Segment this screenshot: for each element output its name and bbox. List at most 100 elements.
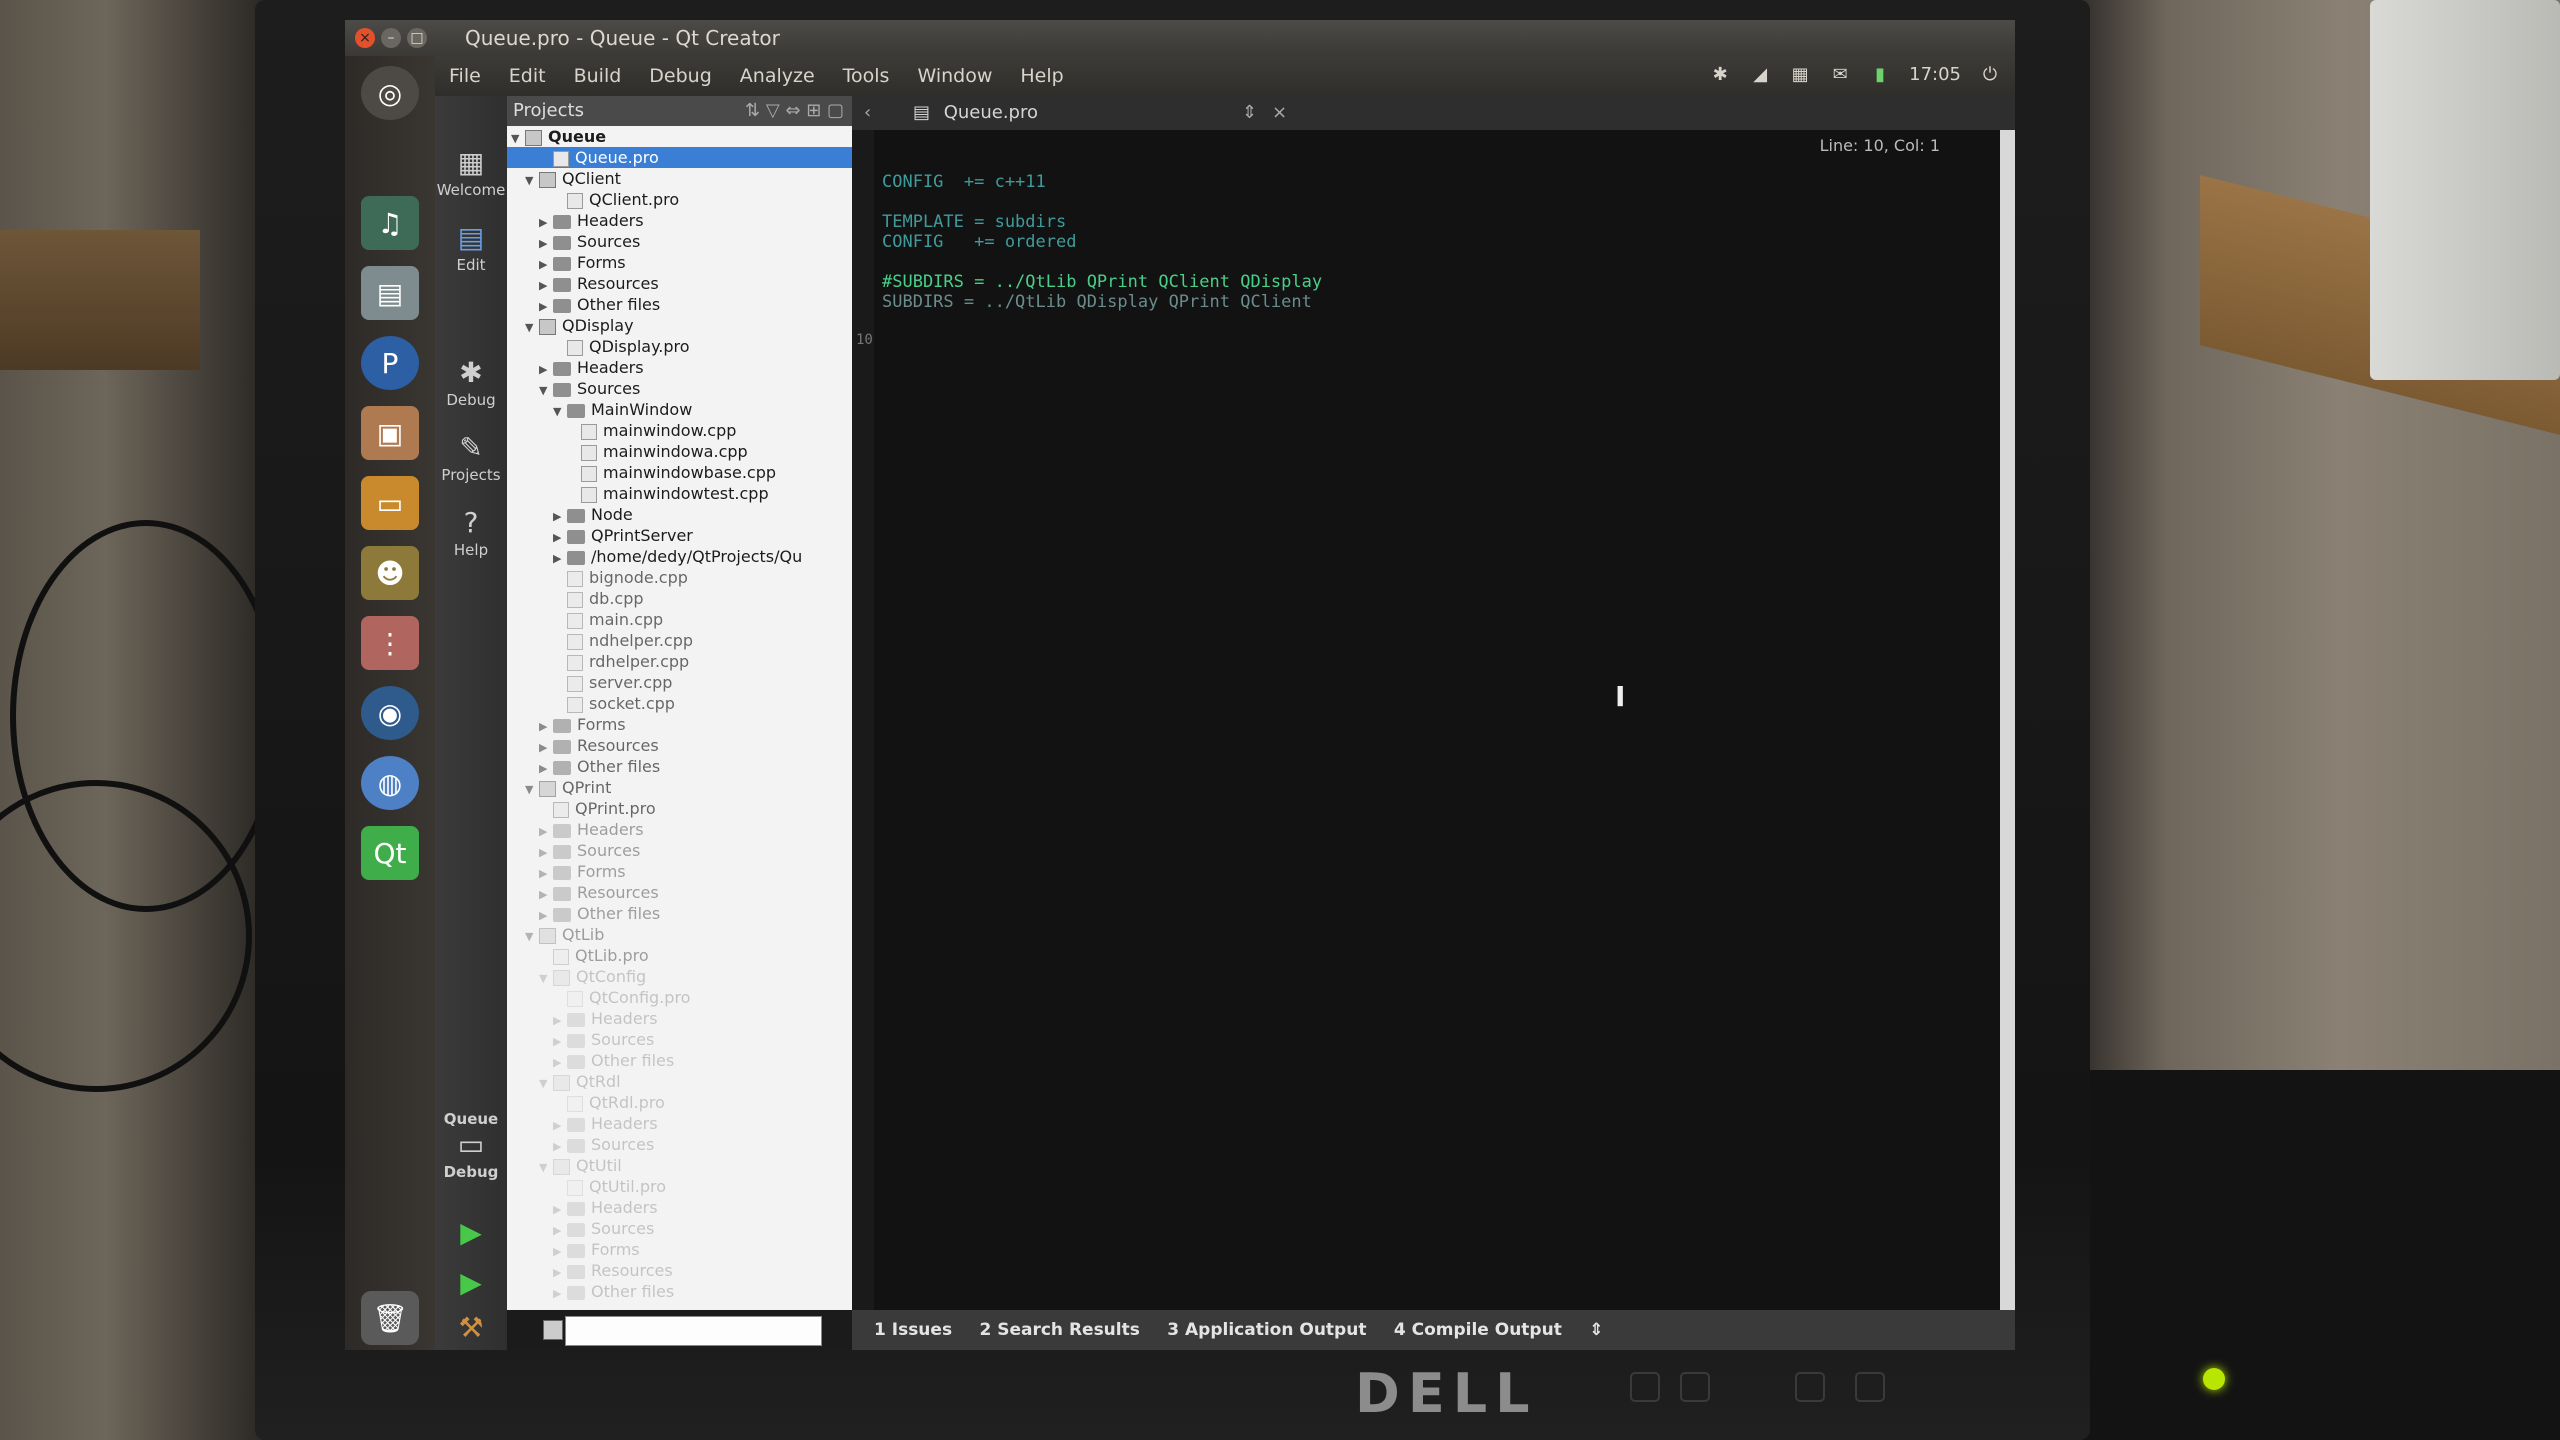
output-tab-search-results[interactable]: 2 Search Results (979, 1310, 1139, 1350)
tree-node[interactable]: ▶ Forms (539, 861, 626, 882)
debug-run-button[interactable]: ▶ (435, 1266, 507, 1301)
build-button[interactable]: ⚒ (435, 1311, 507, 1346)
mode-debug[interactable]: ✱ Debug (435, 356, 507, 409)
tree-node[interactable]: ▶ Other files (553, 1281, 674, 1302)
tree-node[interactable]: ▶ QPrintServer (553, 525, 693, 546)
tree-node[interactable]: ▶ Headers (539, 210, 644, 231)
tree-node[interactable]: ▼ QClient (525, 168, 621, 189)
sidebar-toggle-button[interactable] (543, 1320, 563, 1340)
music-icon[interactable]: ♫ (361, 196, 419, 250)
tree-node[interactable]: QtRdl.pro (567, 1092, 665, 1113)
tree-node[interactable]: ▼ QDisplay (525, 315, 634, 336)
mail-icon[interactable]: ✉ (1829, 64, 1851, 85)
equalizer-icon[interactable]: ⋮ (361, 616, 419, 670)
tree-node[interactable]: QtUtil.pro (567, 1176, 666, 1197)
power-led-icon[interactable] (2203, 1368, 2225, 1390)
tree-node[interactable]: QtConfig.pro (567, 987, 690, 1008)
mode-help[interactable]: ? Help (435, 506, 507, 559)
menu-file[interactable]: File (435, 56, 495, 96)
code-editor[interactable]: Line: 10, Col: 1 CONFIG += c++11 TEMPLAT… (852, 130, 2000, 1310)
pidgin-icon[interactable]: P (361, 336, 419, 390)
tree-node[interactable]: ▶ Sources (553, 1134, 654, 1155)
battery-icon[interactable]: ▮ (1869, 64, 1891, 85)
tree-node[interactable]: ▶ Headers (539, 819, 644, 840)
tree-node[interactable]: ▶ Other files (539, 294, 660, 315)
menu-analyze[interactable]: Analyze (726, 56, 829, 96)
nav-back-icon[interactable]: ‹ (864, 102, 871, 123)
tree-node[interactable]: ▶ Resources (539, 735, 659, 756)
tree-node[interactable]: ▶ Sources (539, 840, 640, 861)
tree-node[interactable]: ▼ QtUtil (539, 1155, 622, 1176)
tree-node[interactable]: ▼ Queue (511, 126, 606, 147)
gimp-icon[interactable]: ☻ (361, 546, 419, 600)
monitor-plus-button[interactable] (1855, 1372, 1885, 1402)
editor-tab-queue-pro[interactable]: Queue.pro (944, 102, 1038, 123)
tree-node[interactable]: ▶ Headers (553, 1197, 658, 1218)
trash-icon[interactable]: 🗑 (361, 1291, 419, 1345)
clock[interactable]: 17:05 (1909, 64, 1961, 85)
qt-creator-icon[interactable]: Qt (361, 826, 419, 880)
notes-icon[interactable]: ▭ (361, 476, 419, 530)
chrome-icon[interactable]: ◍ (361, 756, 419, 810)
output-more-icon[interactable]: ⇕ (1589, 1310, 1603, 1350)
power-menu-icon[interactable]: ⏻ (1979, 64, 2001, 85)
pane-toolbar-icons[interactable]: ⇅ ▽ ⇔ ⊞ ▢ (745, 96, 844, 126)
minimize-window-button[interactable]: – (381, 28, 401, 48)
tree-node[interactable]: ▶ Resources (539, 882, 659, 903)
tree-node[interactable]: QPrint.pro (553, 798, 656, 819)
menu-help[interactable]: Help (1006, 56, 1077, 96)
tree-node[interactable]: ▶ Headers (553, 1008, 658, 1029)
mode-edit[interactable]: ▤ Edit (435, 221, 507, 274)
tree-node[interactable]: mainwindowtest.cpp (581, 483, 769, 504)
tree-node[interactable]: ▶ Node (553, 504, 633, 525)
tree-node[interactable]: bignode.cpp (567, 567, 688, 588)
tree-node[interactable]: ▶ Sources (539, 231, 640, 252)
menu-tools[interactable]: Tools (829, 56, 904, 96)
tree-node[interactable]: mainwindowa.cpp (581, 441, 748, 462)
tree-node[interactable]: QDisplay.pro (553, 336, 690, 357)
menu-debug[interactable]: Debug (635, 56, 725, 96)
tree-node[interactable]: rdhelper.cpp (567, 651, 689, 672)
tree-node[interactable]: ▶ Forms (539, 252, 626, 273)
tree-node-selected[interactable]: Queue.pro (507, 147, 852, 168)
network-icon[interactable]: ◢ (1749, 64, 1771, 85)
editor-scrollbar[interactable] (2000, 130, 2015, 1310)
tree-node[interactable]: ▶ Other files (553, 1050, 674, 1071)
tree-node[interactable]: ▶ Headers (553, 1113, 658, 1134)
keyboard-icon[interactable]: ▦ (1789, 64, 1811, 85)
tree-node[interactable]: mainwindow.cpp (581, 420, 736, 441)
output-tab-application-output[interactable]: 3 Application Output (1167, 1310, 1366, 1350)
monitor-menu-button[interactable] (1680, 1372, 1710, 1402)
photos-icon[interactable]: ▣ (361, 406, 419, 460)
tree-node[interactable]: ▼ MainWindow (553, 399, 692, 420)
tree-node[interactable]: ▼ QtLib (525, 924, 604, 945)
tree-node[interactable]: ▶/home/dedy/QtProjects/Qu (553, 546, 802, 567)
tree-node[interactable]: socket.cpp (567, 693, 675, 714)
files-icon[interactable]: ▤ (361, 266, 419, 320)
close-window-button[interactable]: × (355, 28, 375, 48)
tree-node[interactable]: ▼ Sources (539, 378, 640, 399)
mode-projects[interactable]: ✎ Projects (435, 431, 507, 484)
close-icon[interactable]: × (1272, 96, 1287, 130)
tree-node[interactable]: ▶ Other files (539, 756, 660, 777)
tree-node[interactable]: QClient.pro (553, 189, 679, 210)
tree-node[interactable]: ▶ Resources (553, 1260, 673, 1281)
tab-dropdown-icon[interactable]: ⇕ (1242, 96, 1257, 130)
tree-node[interactable]: ▼ QtConfig (539, 966, 646, 987)
tree-node[interactable]: mainwindowbase.cpp (581, 462, 776, 483)
tree-node[interactable]: ▼ QPrint (525, 777, 611, 798)
maximize-window-button[interactable]: □ (407, 28, 427, 48)
tree-node[interactable]: ▶ Headers (539, 357, 644, 378)
tree-node[interactable]: ▶ Other files (539, 903, 660, 924)
monitor-minus-button[interactable] (1795, 1372, 1825, 1402)
tree-node[interactable]: ▶ Resources (539, 273, 659, 294)
tree-node[interactable]: db.cpp (567, 588, 644, 609)
tree-node[interactable]: ▶ Sources (553, 1218, 654, 1239)
output-tab-compile-output[interactable]: 4 Compile Output (1394, 1310, 1562, 1350)
tree-node[interactable]: ndhelper.cpp (567, 630, 693, 651)
tree-node[interactable]: QtLib.pro (553, 945, 649, 966)
kit-selector[interactable]: Queue ▭ Debug (435, 1110, 507, 1181)
menu-edit[interactable]: Edit (495, 56, 560, 96)
tree-node[interactable]: ▼ QtRdl (539, 1071, 621, 1092)
tree-node[interactable]: main.cpp (567, 609, 663, 630)
